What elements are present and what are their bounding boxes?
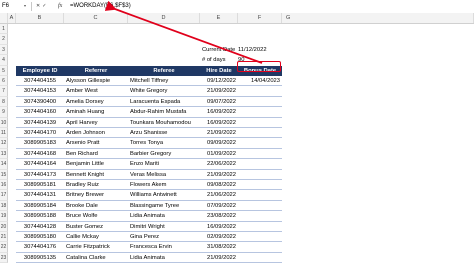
arrow-line: [104, 0, 263, 64]
sheet-row: 23 3089905135 Catalina Clarke Lidia Animata…: [0, 252, 474, 263]
referrer-cell[interactable]: Catalina Clarke: [64, 252, 128, 263]
row-header[interactable]: 23: [0, 252, 8, 263]
callout-arrow: [104, 0, 263, 64]
hire-date-cell[interactable]: 21/09/2022: [200, 252, 238, 263]
employee-id-cell[interactable]: 3089905135: [16, 252, 64, 263]
bonus-date-cell[interactable]: [238, 252, 282, 263]
referee-cell[interactable]: Lidia Animata: [128, 252, 200, 263]
